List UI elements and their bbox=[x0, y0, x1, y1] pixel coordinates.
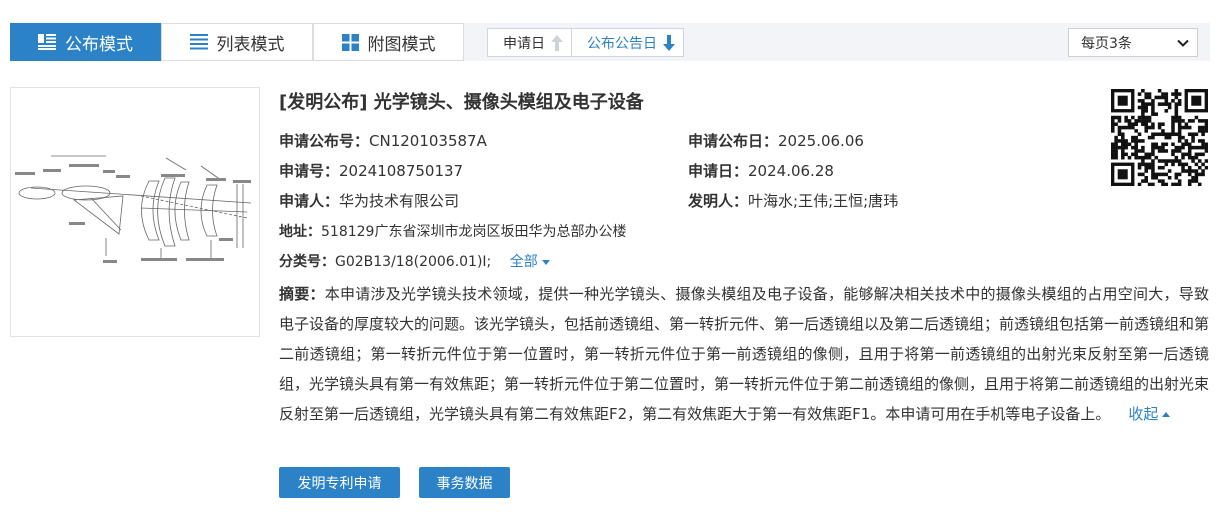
expand-label: 全部 bbox=[509, 254, 538, 270]
pub-date-field: 申请公布日：2025.06.06 bbox=[688, 130, 864, 151]
button-label: 事务数据 bbox=[436, 475, 493, 492]
grid-icon bbox=[341, 33, 359, 51]
qr-code-icon bbox=[1111, 89, 1208, 186]
field-label: 申请日： bbox=[688, 162, 749, 180]
optical-lens-diagram bbox=[15, 155, 252, 263]
caret-down-icon bbox=[541, 259, 550, 265]
tab-drawing-mode[interactable]: 附图模式 bbox=[313, 23, 464, 61]
tab-label: 附图模式 bbox=[367, 34, 436, 55]
field-value: 华为技术有限公司 bbox=[339, 192, 460, 210]
field-value: 2024.06.28 bbox=[748, 162, 834, 180]
field-value: CN120103587A bbox=[369, 132, 487, 150]
field-label: 申请公布日： bbox=[688, 132, 779, 150]
tab-list-mode[interactable]: 列表模式 bbox=[161, 23, 313, 61]
field-value: G02B13/18(2006.01)I; bbox=[335, 254, 492, 270]
app-date-field: 申请日：2024.06.28 bbox=[688, 160, 834, 181]
per-page-value: 每页3条 bbox=[1081, 35, 1132, 52]
caret-up-icon bbox=[1162, 412, 1171, 417]
chevron-down-icon bbox=[1177, 39, 1189, 47]
result-toolbar: 公布模式 列表模式 附图模式 申请日 公布公告日 每页3条 bbox=[10, 23, 1210, 61]
arrow-up-icon bbox=[551, 34, 563, 51]
field-value: 2024108750137 bbox=[339, 162, 464, 180]
sort-label: 公布公告日 bbox=[587, 35, 657, 52]
applicant-field: 申请人：华为技术有限公司 bbox=[279, 190, 459, 211]
patent-application-button[interactable]: 发明专利申请 bbox=[279, 467, 400, 498]
patent-drawing-thumbnail[interactable] bbox=[10, 87, 260, 337]
per-page-select[interactable]: 每页3条 bbox=[1068, 28, 1198, 57]
field-label: 申请号： bbox=[279, 162, 340, 180]
sort-by-publication-date[interactable]: 公布公告日 bbox=[571, 29, 683, 56]
article-icon bbox=[38, 34, 56, 50]
button-label: 发明专利申请 bbox=[297, 475, 382, 492]
sort-label: 申请日 bbox=[503, 35, 545, 52]
field-label: 申请公布号： bbox=[279, 132, 370, 150]
patent-title[interactable]: [发明公布] 光学镜头、摄像头模组及电子设备 bbox=[279, 88, 644, 114]
field-label: 发明人： bbox=[688, 192, 749, 210]
classification-field: 分类号：G02B13/18(2006.01)I; 全部 bbox=[279, 251, 550, 271]
field-value: 518129广东省深圳市龙岗区坂田华为总部办公楼 bbox=[321, 224, 627, 240]
address-field: 地址：518129广东省深圳市龙岗区坂田华为总部办公楼 bbox=[279, 221, 626, 241]
field-value: 2025.06.06 bbox=[778, 132, 864, 150]
sort-group: 申请日 公布公告日 bbox=[487, 28, 684, 57]
tab-label: 列表模式 bbox=[216, 34, 285, 55]
abstract-label: 摘要： bbox=[279, 285, 325, 303]
pub-no-field: 申请公布号：CN120103587A bbox=[279, 130, 487, 151]
abstract-text: 本申请涉及光学镜头技术领域，提供一种光学镜头、摄像头模组及电子设备，能够解决相关… bbox=[279, 285, 1210, 423]
arrow-down-icon bbox=[663, 34, 675, 51]
tab-public-mode[interactable]: 公布模式 bbox=[10, 23, 161, 61]
abstract-collapse-link[interactable]: 收起 bbox=[1128, 405, 1171, 423]
app-no-field: 申请号：2024108750137 bbox=[279, 160, 463, 181]
field-label: 分类号： bbox=[279, 254, 335, 270]
abstract-block: 摘要：本申请涉及光学镜头技术领域，提供一种光学镜头、摄像头模组及电子设备，能够解… bbox=[279, 279, 1209, 429]
inventor-field: 发明人：叶海水;王伟;王恒;唐玮 bbox=[688, 190, 898, 211]
field-value: 叶海水;王伟;王恒;唐玮 bbox=[748, 192, 899, 210]
field-label: 申请人： bbox=[279, 192, 340, 210]
collapse-label: 收起 bbox=[1128, 405, 1159, 423]
tab-label: 公布模式 bbox=[65, 34, 133, 55]
affairs-data-button[interactable]: 事务数据 bbox=[419, 467, 510, 498]
classification-expand-link[interactable]: 全部 bbox=[510, 254, 550, 270]
field-label: 地址： bbox=[279, 224, 321, 240]
sort-by-application-date[interactable]: 申请日 bbox=[488, 29, 571, 56]
list-icon bbox=[189, 34, 208, 50]
